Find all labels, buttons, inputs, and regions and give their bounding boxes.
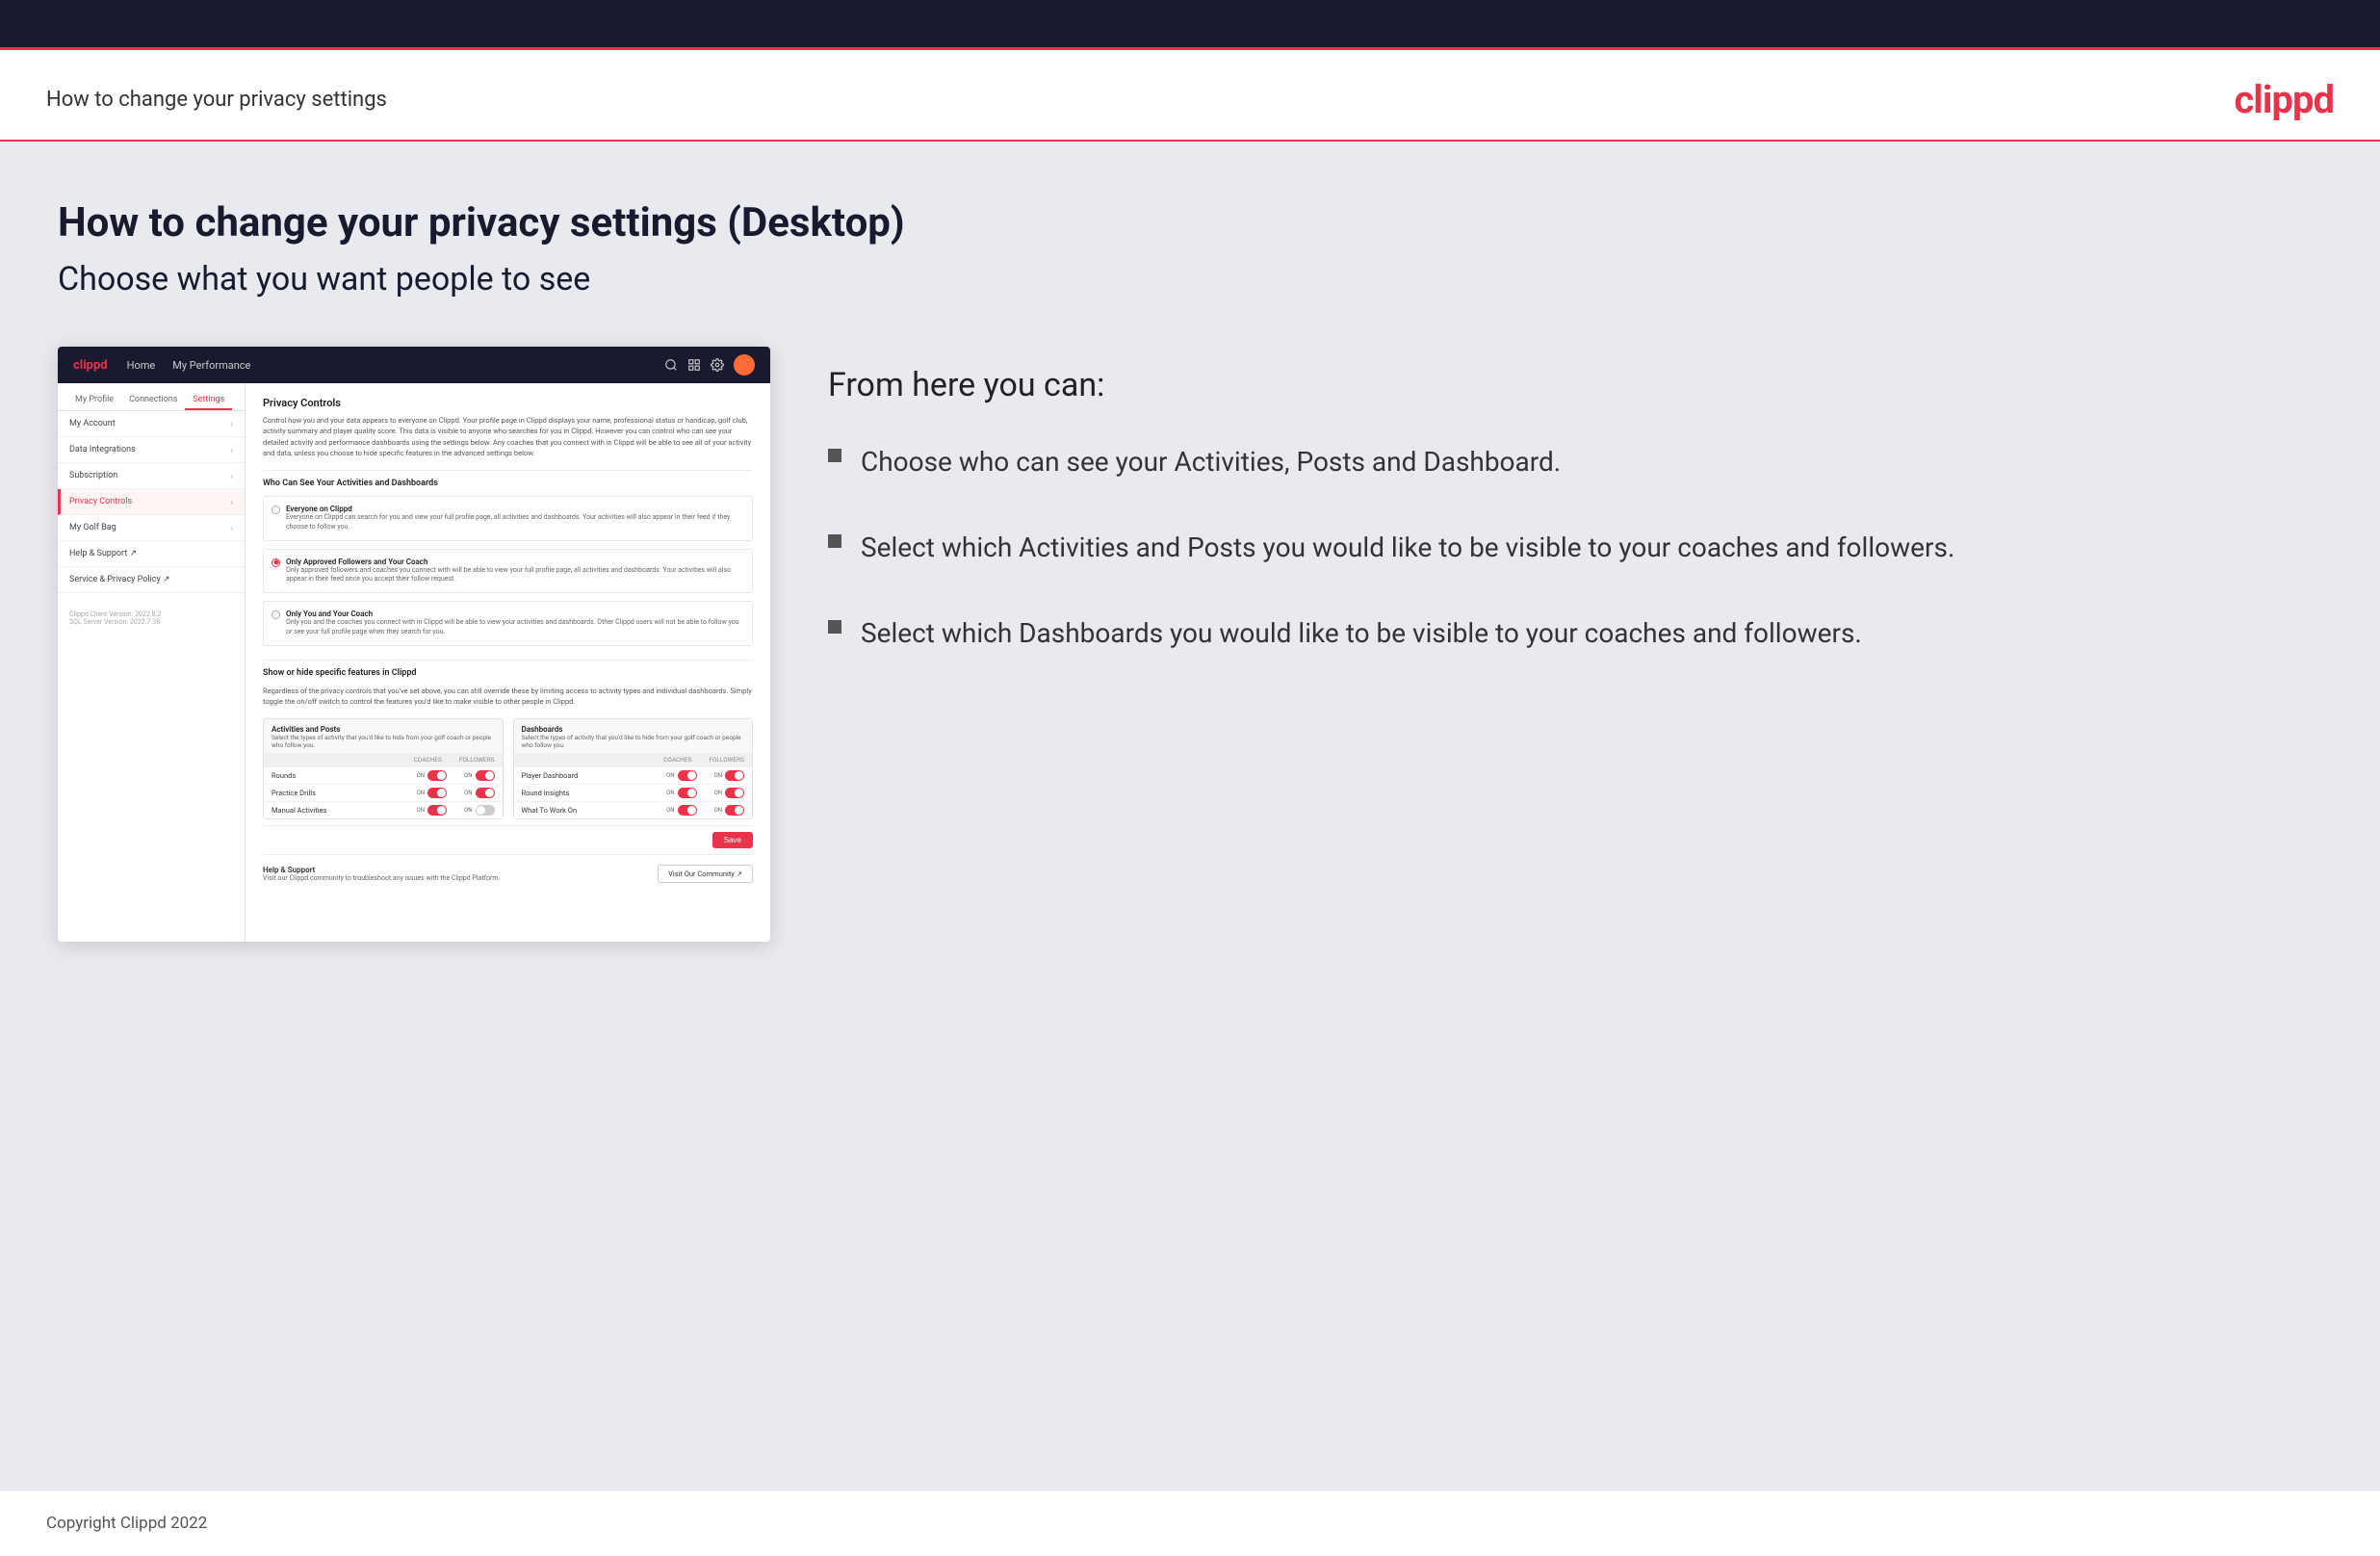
- bullet-list: Choose who can see your Activities, Post…: [828, 443, 2322, 653]
- mock-who-can-see-title: Who Can See Your Activities and Dashboar…: [263, 470, 753, 488]
- mock-version-text: Clippd Client Version: 2022.8.2SQL Serve…: [58, 603, 245, 634]
- bullet-item-3: Select which Dashboards you would like t…: [828, 614, 2322, 652]
- mock-show-hide-desc: Regardless of the privacy controls that …: [263, 686, 753, 708]
- mock-privacy-desc: Control how you and your data appears to…: [263, 415, 753, 458]
- mock-save-button[interactable]: Save: [712, 832, 753, 848]
- mock-sidebar-myaccount[interactable]: My Account ›: [58, 411, 245, 437]
- grid-icon: [687, 358, 701, 372]
- mock-toggle-manual-followers[interactable]: [476, 805, 495, 816]
- mock-radio-followers[interactable]: Only Approved Followers and Your Coach O…: [263, 549, 753, 594]
- mock-nav-icons: [664, 354, 755, 376]
- bullet-square-2: [828, 534, 841, 548]
- mock-visit-community-button[interactable]: Visit Our Community ↗: [658, 865, 753, 883]
- page-header-title: How to change your privacy settings: [46, 88, 387, 112]
- mock-toggle-playerdash-coaches[interactable]: [678, 770, 697, 781]
- mock-tab-profile[interactable]: My Profile: [67, 391, 121, 410]
- mock-nav-home: Home: [127, 359, 156, 372]
- right-panel: From here you can: Choose who can see yo…: [828, 347, 2322, 653]
- app-screenshot: clippd Home My Performance My Profil: [58, 347, 770, 942]
- copyright-text: Copyright Clippd 2022: [46, 1514, 207, 1533]
- mock-sidebar-dataintegrations[interactable]: Data Integrations ›: [58, 437, 245, 463]
- chevron-right-icon: ›: [231, 420, 233, 428]
- mock-show-hide-title: Show or hide specific features in Clippd: [263, 660, 753, 678]
- settings-icon: [711, 358, 724, 372]
- mock-toggle-roundinsights-coaches[interactable]: [678, 788, 697, 798]
- mock-toggle-rounds-coaches[interactable]: [427, 770, 447, 781]
- mock-radio-circle-everyone: [272, 506, 280, 514]
- chevron-right-icon: ›: [231, 524, 233, 532]
- mock-tab-settings[interactable]: Settings: [185, 391, 232, 410]
- mock-radio-group: Everyone on Clippd Everyone on Clippd ca…: [263, 496, 753, 646]
- mock-sidebar-privacy-policy[interactable]: Service & Privacy Policy ↗: [58, 567, 245, 593]
- mock-help-section: Help & Support Visit our Clippd communit…: [263, 854, 753, 893]
- chevron-right-icon: ›: [231, 446, 233, 454]
- page-header: How to change your privacy settings clip…: [0, 50, 2380, 142]
- mock-sidebar-golfbag[interactable]: My Golf Bag ›: [58, 515, 245, 541]
- two-column-layout: clippd Home My Performance My Profil: [58, 347, 2322, 942]
- mock-page-body: My Profile Connections Settings My Accou…: [58, 383, 770, 942]
- mock-main-content: Privacy Controls Control how you and you…: [246, 383, 770, 942]
- bullet-text-2: Select which Activities and Posts you wo…: [861, 529, 1954, 566]
- mock-toggle-rounds-followers[interactable]: [476, 770, 495, 781]
- mock-sidebar: My Profile Connections Settings My Accou…: [58, 383, 246, 942]
- mock-toggle-practice-followers[interactable]: [476, 788, 495, 798]
- page-footer: Copyright Clippd 2022: [0, 1490, 2380, 1556]
- mock-navbar: clippd Home My Performance: [58, 347, 770, 383]
- bullet-text-1: Choose who can see your Activities, Post…: [861, 443, 1561, 480]
- mock-activities-table: Activities and Posts Select the types of…: [263, 718, 504, 819]
- mock-nav-performance: My Performance: [172, 359, 250, 372]
- mock-radio-circle-onlyyou: [272, 610, 280, 619]
- mock-row-what-to-work: What To Work On ON ON: [514, 801, 753, 818]
- mock-row-round-insights: Round Insights ON ON: [514, 784, 753, 801]
- mock-row-practice: Practice Drills ON ON: [264, 784, 503, 801]
- mock-privacy-title: Privacy Controls: [263, 397, 753, 409]
- mock-row-player-dash: Player Dashboard ON ON: [514, 766, 753, 784]
- mock-radio-circle-followers: [272, 558, 280, 567]
- mock-help-desc: Visit our Clippd community to troublesho…: [263, 874, 500, 882]
- mock-tab-bar: My Profile Connections Settings: [58, 383, 245, 411]
- clippd-logo: clippd: [2234, 77, 2334, 122]
- search-icon: [664, 358, 678, 372]
- top-navbar: [0, 0, 2380, 50]
- mock-radio-everyone[interactable]: Everyone on Clippd Everyone on Clippd ca…: [263, 496, 753, 541]
- mock-toggle-whattowork-coaches[interactable]: [678, 805, 697, 816]
- mock-row-rounds: Rounds ON ON: [264, 766, 503, 784]
- content-subtitle: Choose what you want people to see: [58, 260, 2322, 298]
- mock-save-row: Save: [263, 825, 753, 854]
- mock-help-title: Help & Support: [263, 866, 500, 874]
- chevron-right-icon: ›: [231, 498, 233, 506]
- bullet-item-1: Choose who can see your Activities, Post…: [828, 443, 2322, 480]
- mock-toggle-manual-coaches[interactable]: [427, 805, 447, 816]
- mock-row-manual: Manual Activities ON ON: [264, 801, 503, 818]
- mock-dashboards-table: Dashboards Select the types of activity …: [513, 718, 754, 819]
- mock-sidebar-help[interactable]: Help & Support ↗: [58, 541, 245, 567]
- mock-logo: clippd: [73, 358, 108, 373]
- bullet-square-3: [828, 620, 841, 634]
- from-here-title: From here you can:: [828, 366, 2322, 404]
- mock-toggle-whattowork-followers[interactable]: [725, 805, 744, 816]
- bullet-square-1: [828, 449, 841, 462]
- mock-nav-links: Home My Performance: [127, 359, 251, 372]
- mock-toggle-roundinsights-followers[interactable]: [725, 788, 744, 798]
- mock-tab-connections[interactable]: Connections: [121, 391, 185, 410]
- main-content: How to change your privacy settings (Des…: [0, 142, 2380, 1490]
- mock-sidebar-privacy[interactable]: Privacy Controls ›: [58, 489, 245, 515]
- mock-radio-onlyyou[interactable]: Only You and Your Coach Only you and the…: [263, 601, 753, 646]
- mock-toggle-playerdash-followers[interactable]: [725, 770, 744, 781]
- content-title: How to change your privacy settings (Des…: [58, 199, 2322, 246]
- chevron-right-icon: ›: [231, 472, 233, 480]
- mock-sidebar-subscription[interactable]: Subscription ›: [58, 463, 245, 489]
- bullet-item-2: Select which Activities and Posts you wo…: [828, 529, 2322, 566]
- mock-avatar: [734, 354, 755, 376]
- bullet-text-3: Select which Dashboards you would like t…: [861, 614, 1862, 652]
- mock-toggle-section: Activities and Posts Select the types of…: [263, 718, 753, 819]
- mock-toggle-practice-coaches[interactable]: [427, 788, 447, 798]
